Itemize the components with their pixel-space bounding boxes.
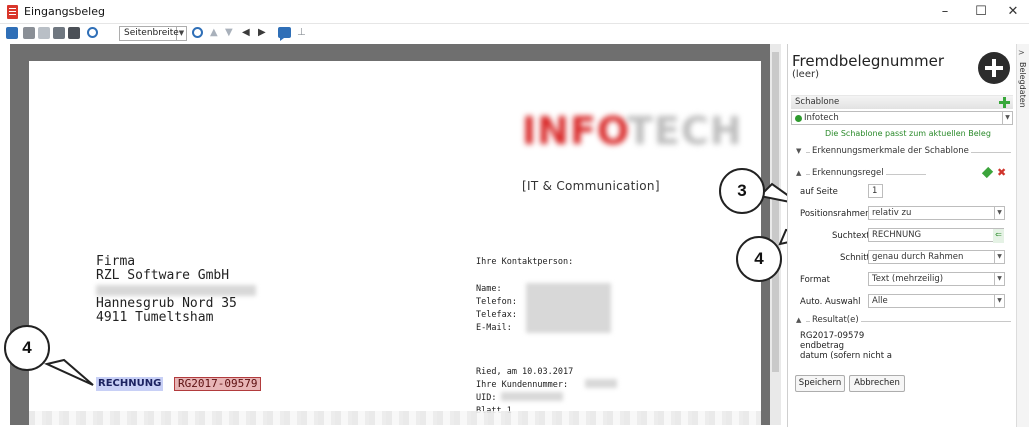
chevron-down-icon[interactable]: ▼ [994,272,1005,286]
result-item: RG2017-09579 [800,331,865,341]
cancel-button[interactable]: Abbrechen [849,375,905,392]
chevron-up-icon[interactable]: ▲ [796,169,801,177]
mail-icon[interactable] [68,27,80,39]
document-page: INFO TECH [IT & Communication] Firma RZL… [29,61,761,425]
meta-line: Ihre Kundennummer: [476,380,569,390]
comment-icon[interactable] [278,27,291,41]
toolbar: Seitenbreite ▼ ▲ ▼ ◀ ▶ ⊥ [0,24,1029,44]
field-label: Schnitt [840,253,870,263]
contact-label: Telefon: [476,297,517,307]
stamp-icon[interactable]: ⊥ [297,27,306,39]
result-item: endbetrag [800,341,845,351]
group-label: Resultat(e) [810,315,861,325]
result-highlight[interactable]: RG2017-09579 [174,377,262,391]
zoom-mode-select[interactable]: Seitenbreite [119,26,179,41]
contact-label: E-Mail: [476,323,512,333]
nav-down-icon[interactable]: ▼ [225,27,233,39]
chevron-down-icon[interactable]: ▼ [796,147,801,155]
contact-label: Name: [476,284,502,294]
chevron-down-icon[interactable]: ▼ [994,294,1005,308]
section-title: Schablone [795,97,840,107]
add-template-icon[interactable] [999,97,1010,108]
chevron-down-icon[interactable]: ▼ [994,206,1005,220]
schablone-section-header[interactable]: Schablone [791,95,1013,109]
intersection-select[interactable]: genau durch Rahmen [868,250,1004,264]
chevron-down-icon[interactable]: ▼ [1002,111,1013,125]
template-hint: Die Schablone passt zum aktuellen Beleg [825,129,991,138]
address-line: Firma [96,254,136,269]
field-label: Suchtext [832,231,870,241]
position-frame-select[interactable]: relativ zu [868,206,1004,220]
logo-text-gray: TECH [627,109,743,153]
zoom-in-icon[interactable] [192,27,203,38]
maximize-button[interactable]: ☐ [963,2,999,22]
group-label: Erkennungsmerkmale der Schablone [810,146,971,156]
redacted-block [526,283,611,333]
open-icon[interactable] [53,27,65,39]
chevron-up-icon[interactable]: ▲ [796,316,801,324]
document-viewer[interactable]: INFO TECH [IT & Communication] Firma RZL… [10,44,781,425]
nav-up-icon[interactable]: ▲ [210,27,218,39]
logo-text-red: INFO [522,109,631,153]
meta-line: Ried, am 10.03.2017 [476,367,574,377]
auto-selection-select[interactable]: Alle [868,294,1004,308]
panel-title: Fremdbelegnummer [792,52,945,70]
address-line: 4911 Tumeltsham [96,310,214,325]
callout-number: 4 [736,236,782,282]
pdf-document-icon [7,5,18,19]
group-label: Erkennungsregel [810,168,886,178]
redacted-block [585,379,617,388]
title-bar: Eingangsbeleg – ☐ ✕ [0,0,1029,24]
edit-icon[interactable] [981,166,994,179]
save-button[interactable]: Speichern [795,375,845,392]
chevron-down-icon[interactable]: ▼ [994,250,1005,264]
callout-number: 3 [719,168,765,214]
search-text-field[interactable]: RECHNUNG [868,228,1004,242]
nav-left-icon[interactable]: ◀ [242,27,250,39]
panel-subtitle: (leer) [792,69,819,80]
chevron-right-icon[interactable]: > [1018,48,1025,57]
callout-number: 4 [4,325,50,371]
field-label: Auto. Auswahl [800,297,861,307]
field-label: Format [800,275,830,285]
nav-right-icon[interactable]: ▶ [258,27,266,39]
torn-edge [29,411,761,425]
address-line: Hannesgrub Nord 35 [96,296,237,311]
page-number-field[interactable]: 1 [868,184,883,198]
window-title: Eingangsbeleg [24,5,105,18]
properties-panel: Fremdbelegnummer (leer) Schablone Infote… [787,44,1016,427]
search-text-highlight[interactable]: RECHNUNG [96,377,164,391]
meta-line: UID: [476,393,497,403]
minimize-button[interactable]: – [927,2,963,22]
redacted-block [96,285,256,296]
side-tab-belegdaten[interactable]: Belegdaten [1018,62,1027,108]
add-circle-icon[interactable] [978,52,1010,84]
delete-icon[interactable]: ✖ [997,167,1006,178]
zoom-out-icon[interactable] [87,27,98,38]
field-label: Positionsrahmen [800,209,871,219]
chevron-down-icon[interactable]: ▼ [177,26,187,41]
vertical-scrollbar[interactable] [770,44,781,425]
copy-icon[interactable] [38,27,50,39]
address-line: RZL Software GmbH [96,268,230,283]
export-icon[interactable] [6,27,18,39]
logo-subtitle: [IT & Communication] [522,179,660,193]
apply-icon[interactable]: ⇐ [993,229,1004,243]
print-icon[interactable] [23,27,35,39]
field-label: auf Seite [800,187,838,197]
close-button[interactable]: ✕ [995,2,1029,22]
scrollbar-thumb[interactable] [772,52,779,372]
status-ok-icon [795,115,802,122]
template-select[interactable]: Infotech [791,111,1003,125]
format-select[interactable]: Text (mehrzeilig) [868,272,1004,286]
contact-heading: Ihre Kontaktperson: [476,257,574,267]
contact-label: Telefax: [476,310,517,320]
result-item: datum (sofern nicht a [800,351,892,361]
redacted-block [501,392,563,401]
